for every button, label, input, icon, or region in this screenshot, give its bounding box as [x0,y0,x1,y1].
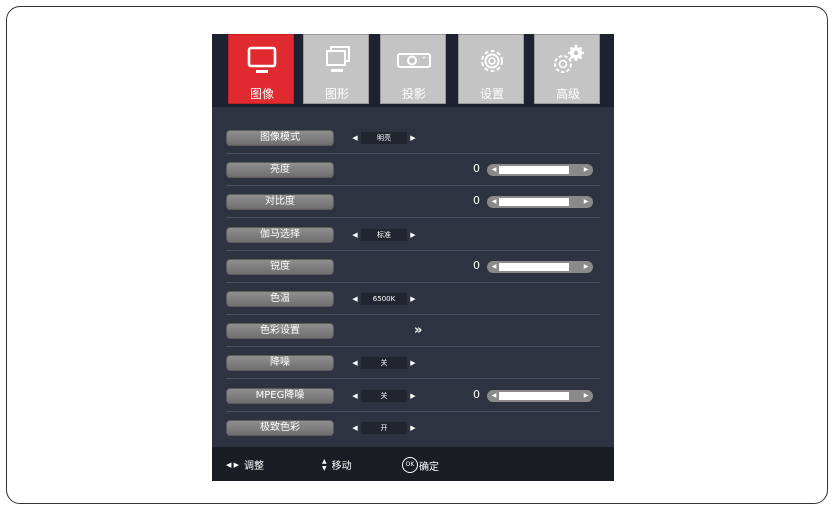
brightness-slider[interactable]: ◀ ▶ [487,164,593,176]
option-selector[interactable]: ◀ 关 ▶ [351,390,417,402]
slider-value: 0 [473,162,480,175]
menu-row-brightness[interactable]: 亮度 0 ◀ ▶ [212,154,614,186]
tab-graphics[interactable]: 图形 [303,34,369,104]
slider-track [499,166,569,174]
monitor-icon [229,43,295,79]
slider-track [499,392,569,400]
menu-item-label[interactable]: 色彩设置 [226,323,334,339]
menu-row-color-settings[interactable]: 色彩设置 » [212,315,614,347]
arrow-right-icon[interactable]: ▶ [581,261,591,273]
arrow-left-icon[interactable]: ◀ [489,164,499,176]
option-selector[interactable]: ◀ 关 ▶ [351,357,417,369]
option-selector[interactable]: ◀ 标准 ▶ [351,229,417,241]
menu-item-label[interactable]: 亮度 [226,162,334,178]
left-right-arrows-icon: ◀ ▶ [226,460,239,469]
arrow-right-icon[interactable]: ▶ [409,357,417,369]
menu-item-label[interactable]: 极致色彩 [226,420,334,436]
gear-icon [459,43,525,79]
arrow-right-icon[interactable]: ▶ [581,164,591,176]
menu-row-noise-reduction[interactable]: 降噪 ◀ 关 ▶ [212,347,614,379]
slider-track [499,263,569,271]
menu-item-label[interactable]: 对比度 [226,194,334,210]
tab-bar: 图像 图形 投影 设置 高级 [212,34,614,107]
arrow-left-icon[interactable]: ◀ [351,132,359,144]
up-down-arrows-icon: ▲ ▼ [322,457,327,472]
tab-image-label: 图像 [249,87,274,101]
arrow-right-icon[interactable]: ▶ [409,422,417,434]
option-value: 关 [361,357,407,369]
mpeg-nr-slider[interactable]: ◀ ▶ [487,390,593,402]
menu-row-color-temp[interactable]: 色温 ◀ 6500K ▶ [212,283,614,315]
divider [226,378,600,379]
osd-menu: 图像 图形 投影 设置 高级 图像模式 ◀ 明亮 ▶ 亮度 0 ◀ ▶ 对比度 … [212,34,614,481]
help-bar: ◀ ▶ 调整 ▲ ▼ 移动 OK 确定 [212,447,614,481]
menu-row-mpeg-nr[interactable]: MPEG降噪 ◀ 关 ▶ 0 ◀ ▶ [212,380,614,412]
hint-ok: OK 确定 [402,457,439,473]
option-value: 开 [361,422,407,434]
arrow-left-icon[interactable]: ◀ [351,422,359,434]
projector-icon [381,43,447,79]
arrow-left-icon[interactable]: ◀ [351,293,359,305]
arrow-right-icon[interactable]: ▶ [409,293,417,305]
option-value: 明亮 [361,132,407,144]
tab-settings[interactable]: 设置 [458,34,524,104]
slider-value: 0 [473,194,480,207]
arrow-left-icon[interactable]: ◀ [489,261,499,273]
hint-adjust-label: 调整 [244,461,264,472]
menu-item-label[interactable]: 伽马选择 [226,227,334,243]
gears-icon [535,43,601,79]
menu-item-label[interactable]: MPEG降噪 [226,388,334,404]
menu-row-gamma[interactable]: 伽马选择 ◀ 标准 ▶ [212,219,614,251]
ok-button-icon: OK [402,457,418,473]
tab-projection[interactable]: 投影 [380,34,446,104]
submenu-chevron-icon[interactable]: » [414,323,422,338]
slider-track [499,198,569,206]
tab-graphics-label: 图形 [324,87,349,101]
sharpness-slider[interactable]: ◀ ▶ [487,261,593,273]
tab-image[interactable]: 图像 [228,34,294,104]
hint-ok-label: 确定 [419,461,439,473]
tab-settings-label: 设置 [479,87,504,101]
slider-value: 0 [473,259,480,272]
tab-projection-label: 投影 [401,87,426,101]
option-selector[interactable]: ◀ 开 ▶ [351,422,417,434]
option-selector[interactable]: ◀ 6500K ▶ [351,293,417,305]
menu-row-vivid-color[interactable]: 极致色彩 ◀ 开 ▶ [212,412,614,444]
arrow-right-icon[interactable]: ▶ [409,132,417,144]
menu-row-sharpness[interactable]: 锐度 0 ◀ ▶ [212,251,614,283]
arrow-left-icon[interactable]: ◀ [351,357,359,369]
option-selector[interactable]: ◀ 明亮 ▶ [351,132,417,144]
option-value: 关 [361,390,407,402]
slider-value: 0 [473,388,480,401]
arrow-left-icon[interactable]: ◀ [351,390,359,402]
option-value: 标准 [361,229,407,241]
menu-item-label[interactable]: 锐度 [226,259,334,275]
arrow-left-icon[interactable]: ◀ [489,390,499,402]
menu-row-contrast[interactable]: 对比度 0 ◀ ▶ [212,186,614,218]
menu-item-label[interactable]: 图像模式 [226,130,334,146]
arrow-right-icon[interactable]: ▶ [581,390,591,402]
arrow-left-icon[interactable]: ◀ [489,196,499,208]
divider [226,217,600,218]
hint-move-label: 移动 [331,461,352,472]
picture-stack-icon [304,43,370,79]
contrast-slider[interactable]: ◀ ▶ [487,196,593,208]
menu-item-label[interactable]: 色温 [226,291,334,307]
arrow-right-icon[interactable]: ▶ [409,229,417,241]
arrow-right-icon[interactable]: ▶ [581,196,591,208]
arrow-right-icon[interactable]: ▶ [409,390,417,402]
hint-adjust: ◀ ▶ 调整 [226,457,264,473]
tab-advanced[interactable]: 高级 [534,34,600,104]
arrow-left-icon[interactable]: ◀ [351,229,359,241]
hint-move: ▲ ▼ 移动 [322,457,352,473]
option-value: 6500K [361,293,407,305]
tab-advanced-label: 高级 [555,87,580,101]
menu-row-picture-mode[interactable]: 图像模式 ◀ 明亮 ▶ [212,122,614,154]
menu-item-label[interactable]: 降噪 [226,355,334,371]
